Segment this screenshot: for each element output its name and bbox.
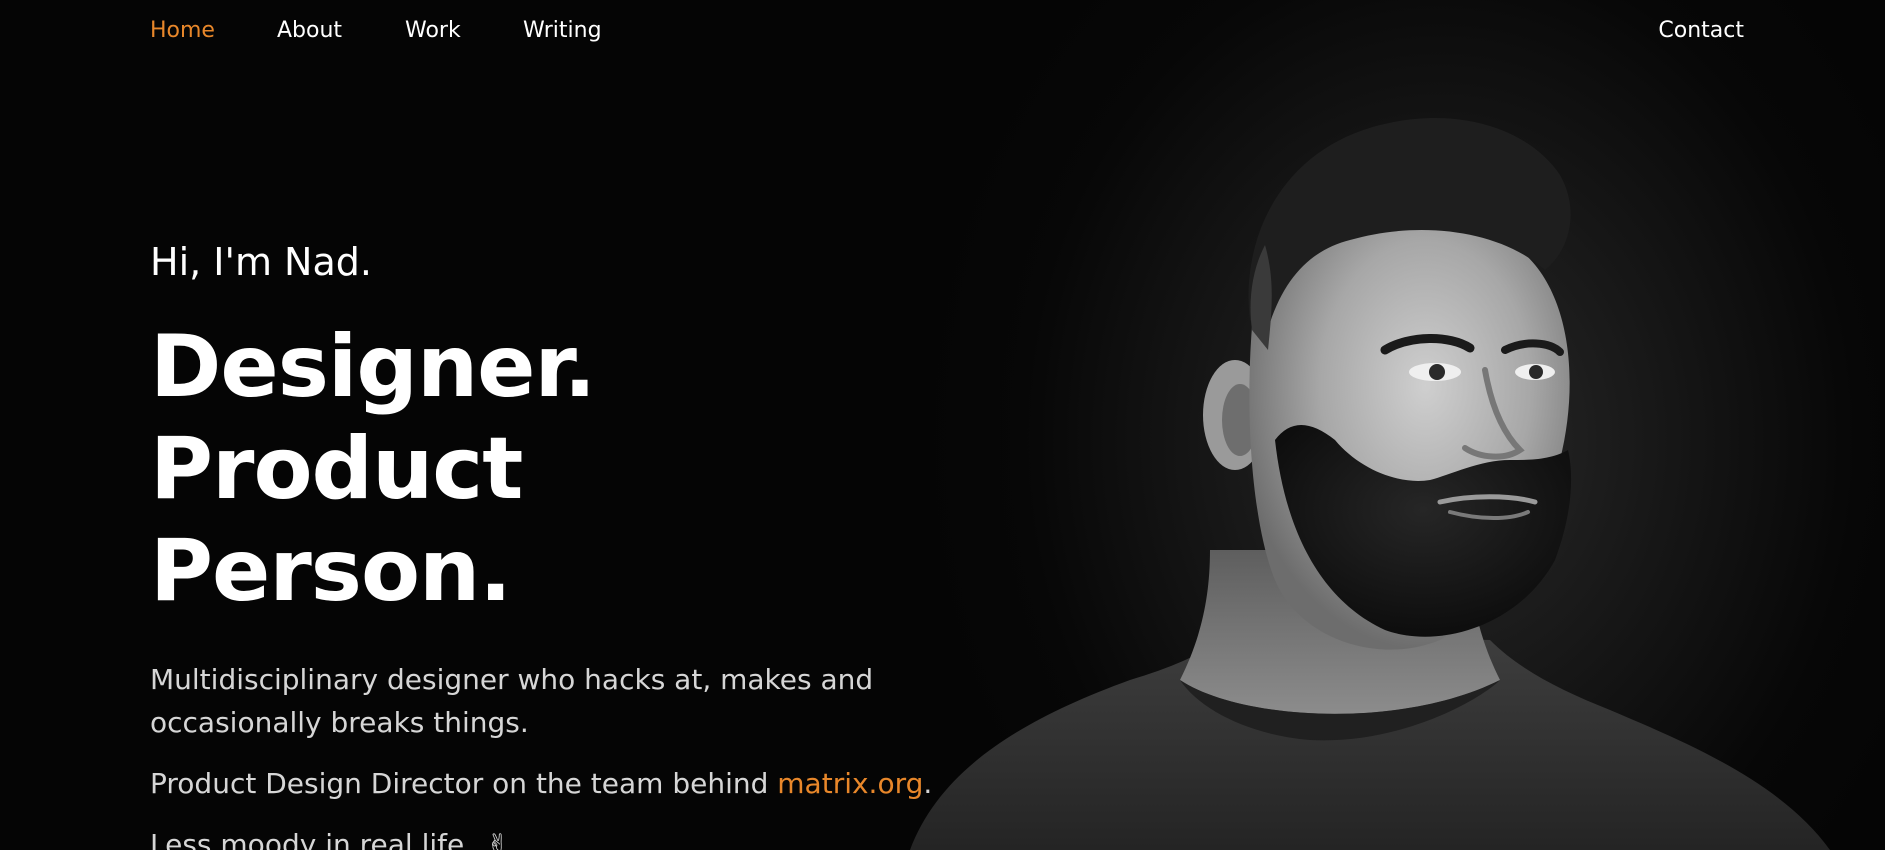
mood-text: Less moody in real life. ✌ (150, 823, 980, 850)
role-label: Product Design Director on the team behi… (150, 767, 778, 800)
matrix-link[interactable]: matrix.org (777, 767, 923, 800)
intro-text: Multidisciplinary designer who hacks at,… (150, 663, 874, 739)
page: Home About Work Writing Contact Hi, I'm … (0, 0, 1885, 850)
portrait-photo (910, 118, 1830, 850)
headline-line-2: Person. (150, 521, 512, 621)
nav-about-link[interactable]: About (277, 16, 342, 46)
victory-hand-icon: ✌ (486, 828, 510, 850)
nav-work-link[interactable]: Work (405, 16, 461, 46)
nav-writing-link[interactable]: Writing (523, 16, 602, 46)
top-nav: Home About Work Writing Contact (0, 0, 1885, 64)
greeting: Hi, I'm Nad. (150, 240, 372, 284)
mood-label: Less moody in real life. (150, 828, 474, 850)
nav-contact-link[interactable]: Contact (1658, 16, 1744, 46)
hero-section: Hi, I'm Nad. Designer. Product Person. M… (150, 236, 980, 850)
headline-line-1: Designer. Product (150, 317, 596, 519)
nav-home-link[interactable]: Home (150, 16, 215, 46)
role-text: Product Design Director on the team behi… (150, 762, 980, 805)
role-suffix: . (923, 767, 933, 800)
headline: Designer. Product Person. (150, 316, 980, 622)
